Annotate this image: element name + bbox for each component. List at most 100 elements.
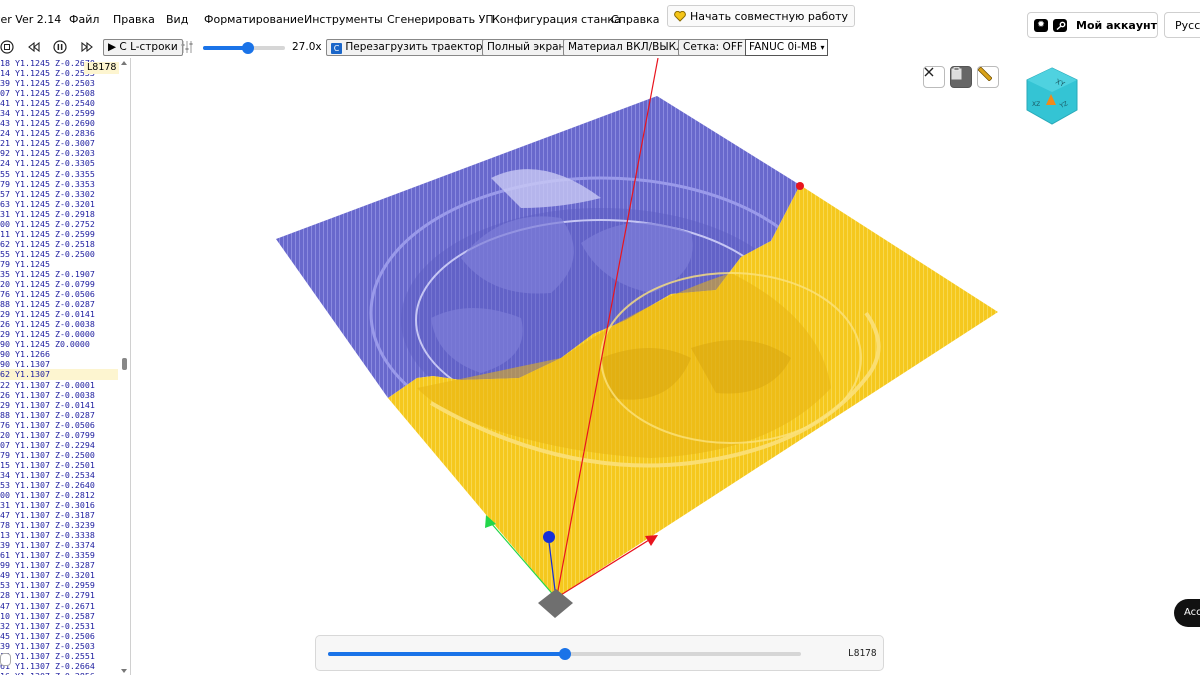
gcode-line[interactable]: 16 Y1.1307 Z-0.2856 xyxy=(0,671,118,675)
theme-toggle-icon[interactable]: ✹ xyxy=(1034,18,1049,32)
gcode-line[interactable]: 00 Y1.1307 Z-0.2812 xyxy=(0,490,118,500)
gcode-line[interactable]: 90 Y1.1266 xyxy=(0,349,118,359)
gcode-line[interactable]: 10 Y1.1307 Z-0.2587 xyxy=(0,611,118,621)
speed-slider[interactable] xyxy=(203,42,285,54)
reload-toolpath-button[interactable]: C Перезагрузить траекторию xyxy=(326,39,504,56)
fullscreen-button[interactable]: Полный экран xyxy=(482,39,571,56)
gcode-line[interactable]: 61 Y1.1307 Z-0.2664 xyxy=(0,661,118,671)
gcode-line[interactable]: 24 Y1.1245 Z-0.2836 xyxy=(0,128,118,138)
gcode-line[interactable]: 39 Y1.1245 Z-0.2503 xyxy=(0,78,118,88)
gcode-line[interactable]: 47 Y1.1307 Z-0.3187 xyxy=(0,510,118,520)
gcode-line[interactable]: 45 Y1.1307 Z-0.2506 xyxy=(0,631,118,641)
gcode-line[interactable]: 07 Y1.1245 Z-0.2508 xyxy=(0,88,118,98)
gcode-line[interactable]: 53 Y1.1307 Z-0.2959 xyxy=(0,580,118,590)
scrollbar-thumb[interactable] xyxy=(122,358,127,370)
gcode-line[interactable]: 61 Y1.1307 Z-0.3359 xyxy=(0,550,118,560)
gcode-line[interactable]: 79 Y1.1245 Z-0.3353 xyxy=(0,179,118,189)
stop-icon[interactable] xyxy=(0,40,14,54)
gcode-line[interactable]: 39 Y1.1307 Z-0.3374 xyxy=(0,540,118,550)
gcode-line[interactable]: 90 Y1.1245 Z0.0000 xyxy=(0,339,118,349)
gcode-line[interactable]: 29 Y1.1245 Z-0.0141 xyxy=(0,309,118,319)
pause-icon[interactable] xyxy=(53,40,67,54)
fast-forward-icon[interactable] xyxy=(80,40,94,54)
gcode-line[interactable]: 76 Y1.1245 Z-0.0506 xyxy=(0,289,118,299)
gcode-line[interactable]: 41 Y1.1245 Z-0.2540 xyxy=(0,98,118,108)
gcode-line[interactable]: 90 Y1.1307 xyxy=(0,359,118,369)
gcode-line[interactable]: 39 Y1.1307 Z-0.2503 xyxy=(0,641,118,651)
sliders-icon[interactable] xyxy=(180,40,194,54)
menu-edit[interactable]: Правка xyxy=(113,13,155,26)
gcode-line[interactable]: 88 Y1.1245 Z-0.0287 xyxy=(0,299,118,309)
gcode-line[interactable]: 20 Y1.1307 Z-0.0799 xyxy=(0,430,118,440)
language-button[interactable]: Русский xyxy=(1164,12,1200,38)
scroll-up-icon[interactable] xyxy=(121,61,127,65)
gcode-line[interactable]: 32 Y1.1307 Z-0.2531 xyxy=(0,621,118,631)
run-from-line-button[interactable]: ▶ С L-строки xyxy=(103,39,183,56)
menu-machine-config[interactable]: Конфигурация станка xyxy=(492,13,621,26)
gcode-scrollbar[interactable] xyxy=(119,58,130,675)
gcode-line[interactable]: 53 Y1.1307 Z-0.2640 xyxy=(0,480,118,490)
menu-format[interactable]: Форматирование xyxy=(204,13,304,26)
gcode-line[interactable]: 63 Y1.1245 Z-0.3201 xyxy=(0,199,118,209)
clipboard-button[interactable] xyxy=(950,66,972,88)
gcode-line[interactable]: 13 Y1.1307 Z-0.3338 xyxy=(0,530,118,540)
view-cube-face-xz[interactable]: XZ xyxy=(1032,101,1040,108)
menu-view[interactable]: Вид xyxy=(166,13,188,26)
gcode-line[interactable]: 26 Y1.1307 Z-0.0038 xyxy=(0,390,118,400)
start-collaboration-button[interactable]: Начать совместную работу xyxy=(667,5,856,27)
gcode-line[interactable]: 15 Y1.1307 Z-0.2551 xyxy=(0,651,118,661)
gcode-line[interactable]: 62 Y1.1307 xyxy=(0,369,118,380)
gcode-line[interactable]: 99 Y1.1307 Z-0.3287 xyxy=(0,560,118,570)
gcode-line[interactable]: 29 Y1.1245 Z-0.0000 xyxy=(0,329,118,339)
gcode-line[interactable]: 43 Y1.1245 Z-0.2690 xyxy=(0,118,118,128)
gcode-line[interactable]: 28 Y1.1307 Z-0.2791 xyxy=(0,590,118,600)
editor-resize-handle[interactable] xyxy=(0,653,11,666)
gcode-line[interactable]: 11 Y1.1245 Z-0.2599 xyxy=(0,229,118,239)
gcode-line[interactable]: 29 Y1.1307 Z-0.0141 xyxy=(0,400,118,410)
gcode-line[interactable]: 49 Y1.1307 Z-0.3201 xyxy=(0,570,118,580)
menu-help[interactable]: Справка xyxy=(611,13,659,26)
account-button[interactable]: ✹ Мой аккаунт xyxy=(1027,12,1158,38)
gcode-line[interactable]: 76 Y1.1307 Z-0.0506 xyxy=(0,420,118,430)
material-toggle-button[interactable]: Материал ВКЛ/ВЫКЛ xyxy=(563,39,689,56)
gcode-line[interactable]: 31 Y1.1307 Z-0.3016 xyxy=(0,500,118,510)
gcode-line[interactable]: 88 Y1.1307 Z-0.0287 xyxy=(0,410,118,420)
gcode-line[interactable]: 22 Y1.1307 Z-0.0001 xyxy=(0,380,118,390)
gcode-line[interactable]: 62 Y1.1245 Z-0.2518 xyxy=(0,239,118,249)
playback-slider-thumb[interactable] xyxy=(558,648,571,660)
playback-slider[interactable] xyxy=(328,648,801,660)
accessibility-button[interactable]: Accessibility xyxy=(1174,599,1200,627)
gcode-line[interactable]: 47 Y1.1307 Z-0.2671 xyxy=(0,601,118,611)
gcode-line[interactable]: 00 Y1.1245 Z-0.2752 xyxy=(0,219,118,229)
menu-generate[interactable]: Сгенерировать УП xyxy=(387,13,494,26)
gcode-line[interactable]: 24 Y1.1245 Z-0.3305 xyxy=(0,158,118,168)
measure-button[interactable] xyxy=(977,66,999,88)
gcode-line[interactable]: 34 Y1.1245 Z-0.2599 xyxy=(0,108,118,118)
gcode-line[interactable]: 79 Y1.1245 xyxy=(0,259,118,269)
gcode-line[interactable]: 55 Y1.1245 Z-0.2500 xyxy=(0,249,118,259)
gcode-line[interactable]: 26 Y1.1245 Z-0.0038 xyxy=(0,319,118,329)
menu-tools[interactable]: Инструменты xyxy=(304,13,383,26)
gcode-line[interactable]: 35 Y1.1245 Z-0.1907 xyxy=(0,269,118,279)
machine-select[interactable]: FANUC 0i-MB ▾ xyxy=(745,39,829,56)
gcode-line[interactable]: 21 Y1.1245 Z-0.3007 xyxy=(0,138,118,148)
gcode-line[interactable]: 57 Y1.1245 Z-0.3302 xyxy=(0,189,118,199)
gcode-line[interactable]: 34 Y1.1307 Z-0.2534 xyxy=(0,470,118,480)
gcode-line[interactable]: 92 Y1.1245 Z-0.3203 xyxy=(0,148,118,158)
view-cube[interactable]: XY XZ YZ xyxy=(1021,66,1083,128)
rewind-icon[interactable] xyxy=(27,40,41,54)
gcode-line[interactable]: 78 Y1.1307 Z-0.3239 xyxy=(0,520,118,530)
gcode-editor[interactable]: 18 Y1.1245 Z-0.2670 14 Y1.1245 Z-0.2553 39… xyxy=(0,58,131,675)
speed-slider-thumb[interactable] xyxy=(242,42,255,54)
gcode-line[interactable]: 20 Y1.1245 Z-0.0799 xyxy=(0,279,118,289)
menu-file[interactable]: Файл xyxy=(69,13,99,26)
gcode-line[interactable]: 79 Y1.1307 Z-0.2500 xyxy=(0,450,118,460)
gcode-line[interactable]: 31 Y1.1245 Z-0.2918 xyxy=(0,209,118,219)
grid-toggle-button[interactable]: Сетка: OFF xyxy=(678,39,748,56)
gcode-line[interactable]: 55 Y1.1245 Z-0.3355 xyxy=(0,169,118,179)
toolpath-viewport[interactable]: XY XZ YZ L8178 Accessibility xyxy=(131,58,1200,675)
close-button[interactable] xyxy=(923,66,945,88)
gcode-line[interactable]: 15 Y1.1307 Z-0.2501 xyxy=(0,460,118,470)
scroll-down-icon[interactable] xyxy=(121,669,127,673)
gcode-line[interactable]: 07 Y1.1307 Z-0.2294 xyxy=(0,440,118,450)
